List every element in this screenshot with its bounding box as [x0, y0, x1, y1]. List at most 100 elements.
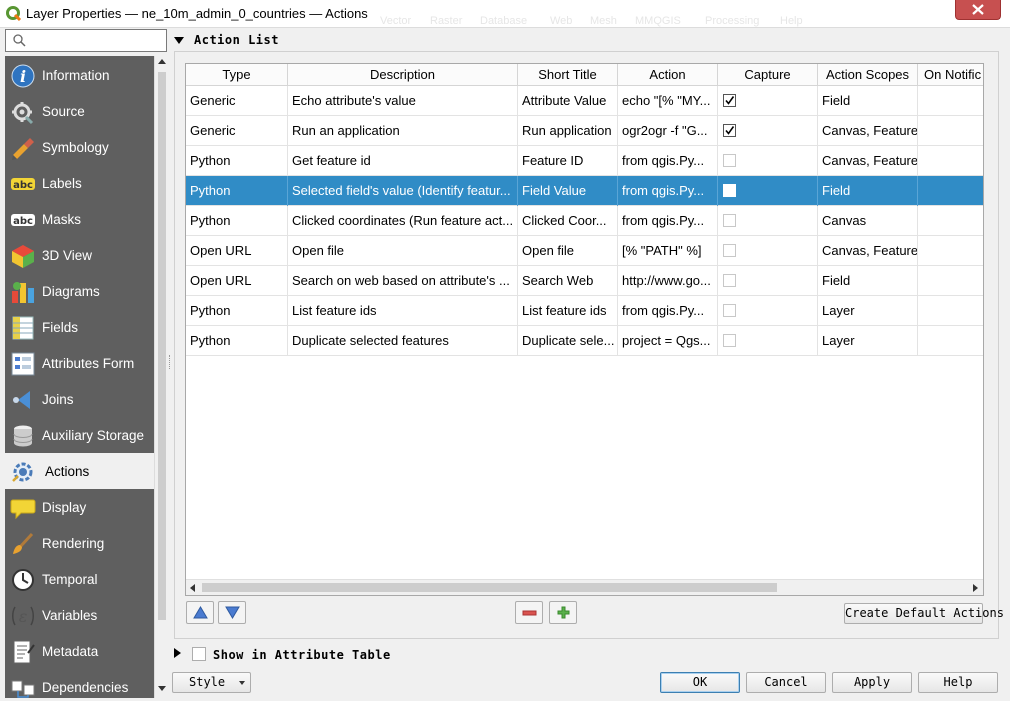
sidebar-item-display[interactable]: Display — [5, 489, 154, 525]
cell-action[interactable]: from qgis.Py... — [618, 296, 718, 326]
cell-scopes[interactable]: Field — [818, 266, 918, 296]
horizontal-scrollbar[interactable] — [186, 579, 983, 595]
table-row[interactable]: Python Get feature id Feature ID from qgis.… — [186, 146, 983, 176]
cell-type[interactable]: Generic — [186, 116, 288, 146]
cell-capture[interactable] — [718, 326, 818, 356]
cell-scopes[interactable]: Canvas, Feature — [818, 116, 918, 146]
cell-short-title[interactable]: Run application — [518, 116, 618, 146]
cell-on-notification[interactable] — [918, 206, 983, 236]
cell-type[interactable]: Python — [186, 296, 288, 326]
scrollbar-thumb[interactable] — [202, 583, 777, 592]
sidebar-item-variables[interactable]: ε Variables — [5, 597, 154, 633]
expand-arrow-icon[interactable] — [174, 648, 181, 658]
cell-type[interactable]: Python — [186, 146, 288, 176]
splitter-handle[interactable] — [169, 355, 171, 369]
sidebar-item-labels[interactable]: abc Labels — [5, 165, 154, 201]
column-header-description[interactable]: Description — [288, 64, 518, 86]
cell-capture[interactable] — [718, 86, 818, 116]
column-header-on-notification[interactable]: On Notific — [918, 64, 983, 86]
cell-capture[interactable] — [718, 296, 818, 326]
table-row[interactable]: Generic Run an application Run application… — [186, 116, 983, 146]
cell-type[interactable]: Open URL — [186, 266, 288, 296]
sidebar-item-masks[interactable]: abc Masks — [5, 201, 154, 237]
search-input[interactable] — [32, 32, 162, 49]
add-action-button[interactable] — [549, 601, 577, 624]
collapse-arrow-icon[interactable] — [174, 37, 184, 44]
cell-on-notification[interactable] — [918, 176, 983, 206]
cell-on-notification[interactable] — [918, 146, 983, 176]
capture-checkbox[interactable] — [723, 244, 736, 257]
table-row[interactable]: Python Selected field's value (Identify f… — [186, 176, 983, 206]
cell-action[interactable]: http://www.go... — [618, 266, 718, 296]
remove-action-button[interactable] — [515, 601, 543, 624]
cell-scopes[interactable]: Canvas, Feature — [818, 236, 918, 266]
scroll-right-arrow-icon[interactable] — [973, 584, 978, 592]
sidebar-item-joins[interactable]: Joins — [5, 381, 154, 417]
sidebar-scrollbar[interactable] — [154, 56, 168, 698]
style-dropdown-button[interactable]: Style — [172, 672, 251, 693]
sidebar-item-3d-view[interactable]: 3D View — [5, 237, 154, 273]
table-row[interactable]: Open URL Open file Open file [% "PATH" %] Ca… — [186, 236, 983, 266]
cell-type[interactable]: Open URL — [186, 236, 288, 266]
sidebar-item-dependencies[interactable]: Dependencies — [5, 669, 154, 698]
capture-checkbox[interactable] — [723, 304, 736, 317]
cell-short-title[interactable]: Clicked Coor... — [518, 206, 618, 236]
cell-scopes[interactable]: Canvas — [818, 206, 918, 236]
sidebar-item-temporal[interactable]: Temporal — [5, 561, 154, 597]
cell-on-notification[interactable] — [918, 296, 983, 326]
cell-description[interactable]: List feature ids — [288, 296, 518, 326]
cell-description[interactable]: Run an application — [288, 116, 518, 146]
cell-action[interactable]: [% "PATH" %] — [618, 236, 718, 266]
show-in-attribute-table-checkbox[interactable] — [192, 647, 206, 661]
column-header-type[interactable]: Type — [186, 64, 288, 86]
cell-on-notification[interactable] — [918, 116, 983, 146]
capture-checkbox[interactable] — [723, 124, 736, 137]
cell-capture[interactable] — [718, 236, 818, 266]
scroll-left-arrow-icon[interactable] — [190, 584, 195, 592]
sidebar-item-fields[interactable]: Fields — [5, 309, 154, 345]
table-row[interactable]: Generic Echo attribute's value Attribute V… — [186, 86, 983, 116]
cell-on-notification[interactable] — [918, 326, 983, 356]
cell-on-notification[interactable] — [918, 266, 983, 296]
sidebar-item-source[interactable]: Source — [5, 93, 154, 129]
apply-button[interactable]: Apply — [832, 672, 912, 693]
cell-short-title[interactable]: Attribute Value — [518, 86, 618, 116]
capture-checkbox[interactable] — [723, 274, 736, 287]
cell-capture[interactable] — [718, 176, 818, 206]
sidebar-item-diagrams[interactable]: Diagrams — [5, 273, 154, 309]
cell-short-title[interactable]: Duplicate sele... — [518, 326, 618, 356]
help-button[interactable]: Help — [918, 672, 998, 693]
cell-action[interactable]: echo "[% "MY... — [618, 86, 718, 116]
cell-capture[interactable] — [718, 146, 818, 176]
cell-type[interactable]: Generic — [186, 86, 288, 116]
cell-action[interactable]: from qgis.Py... — [618, 206, 718, 236]
cell-capture[interactable] — [718, 266, 818, 296]
cell-scopes[interactable]: Canvas, Feature — [818, 146, 918, 176]
cell-short-title[interactable]: Open file — [518, 236, 618, 266]
sidebar-item-symbology[interactable]: Symbology — [5, 129, 154, 165]
scroll-down-arrow-icon[interactable] — [158, 686, 166, 691]
cell-scopes[interactable]: Layer — [818, 296, 918, 326]
sidebar-item-information[interactable]: i Information — [5, 57, 154, 93]
cell-capture[interactable] — [718, 206, 818, 236]
move-down-button[interactable] — [218, 601, 246, 624]
cell-on-notification[interactable] — [918, 236, 983, 266]
cell-scopes[interactable]: Field — [818, 176, 918, 206]
cell-description[interactable]: Selected field's value (Identify featur.… — [288, 176, 518, 206]
cell-action[interactable]: project = Qgs... — [618, 326, 718, 356]
create-default-actions-button[interactable]: Create Default Actions — [844, 603, 1004, 624]
sidebar-item-actions[interactable]: Actions — [5, 453, 154, 489]
cell-description[interactable]: Get feature id — [288, 146, 518, 176]
cell-type[interactable]: Python — [186, 326, 288, 356]
cell-type[interactable]: Python — [186, 206, 288, 236]
search-field[interactable] — [5, 29, 167, 52]
sidebar-item-attributes-form[interactable]: Attributes Form — [5, 345, 154, 381]
column-header-short-title[interactable]: Short Title — [518, 64, 618, 86]
cell-description[interactable]: Echo attribute's value — [288, 86, 518, 116]
cell-description[interactable]: Open file — [288, 236, 518, 266]
capture-checkbox[interactable] — [723, 334, 736, 347]
cell-short-title[interactable]: Search Web — [518, 266, 618, 296]
close-window-button[interactable] — [955, 0, 1001, 20]
cell-type[interactable]: Python — [186, 176, 288, 206]
capture-checkbox[interactable] — [723, 94, 736, 107]
